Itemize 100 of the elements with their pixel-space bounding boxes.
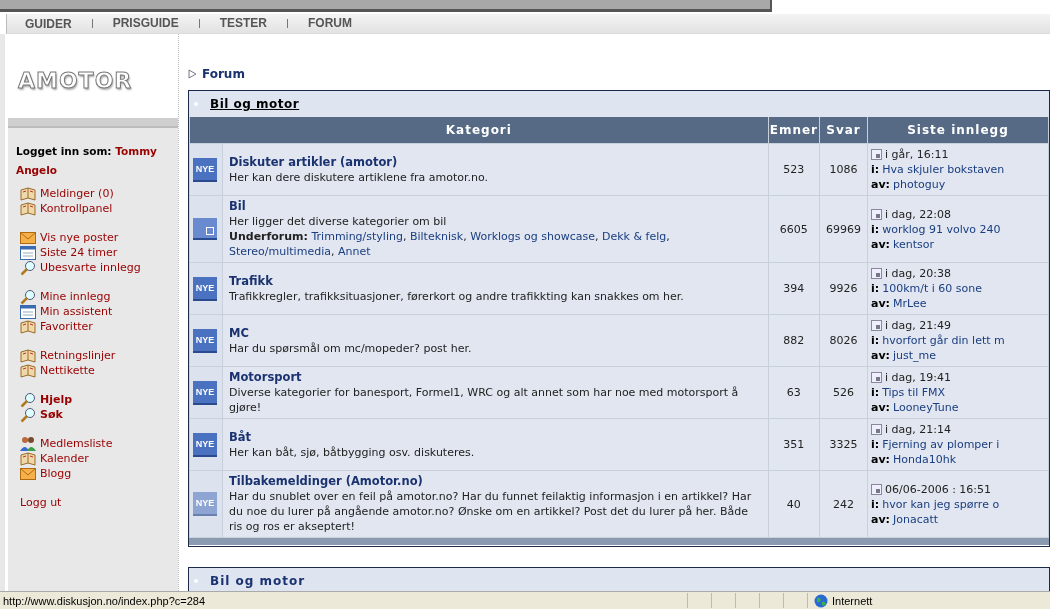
reply-count: 3325 [829,438,858,451]
sidebar-link[interactable]: Meldinger (0) [40,187,114,200]
post-icon [871,483,882,495]
author-link[interactable]: kentsor [893,236,934,252]
nav-link[interactable]: TESTER [198,19,288,28]
topic-link[interactable]: worklog 91 volvo 240 [882,221,1001,237]
author-link[interactable]: LooneyTune [893,400,959,415]
author-link[interactable]: Honda10hk [893,452,957,467]
column-header: Emner [768,117,820,144]
post-icon [871,149,882,160]
calendar-icon [20,244,36,261]
topic-label: i: [871,385,880,400]
post-date: i dag, 22:08 [885,206,951,222]
topic-count: 394 [783,282,805,295]
sidebar-link[interactable]: Hjelp [40,393,73,406]
topic-count: 882 [783,334,805,347]
new-posts-icon: NYE [193,380,217,405]
column-header: Svar [819,117,868,144]
calendar-icon [20,303,36,320]
book-icon [20,185,36,202]
subforum-list: Underforum: Trimming/styling, Bilteknisk, Worklogs og showcase, Dekk & felg, Stereo/multimedia, Annet [229,229,762,259]
post-icon [871,268,882,279]
topic-label: i: [871,333,880,348]
subforum-link[interactable]: Stereo/multimedia [229,245,331,258]
breadcrumb-link[interactable]: Forum [202,67,245,81]
sidebar-link[interactable]: Ubesvarte innlegg [40,261,141,274]
post-date: 06/06-2006 : 16:51 [885,481,992,497]
topic-link[interactable]: hvorfort går din lett m [882,333,1005,348]
subforum-link[interactable]: Trimming/styling [311,230,403,243]
sidebar-link[interactable]: Kontrollpanel [40,202,113,215]
sidebar-link[interactable]: Kalender [40,452,89,465]
topic-link[interactable]: 100km/t i 60 sone [882,281,982,296]
forum-title[interactable]: Motorsport [229,370,762,385]
sidebar-link[interactable]: Retningslinjer [40,349,116,362]
bullet-icon [194,579,198,583]
search-icon [20,288,36,305]
forum-description: Her kan dere diskutere artiklene fra amotor.no. [229,169,490,185]
forum-title[interactable]: Bil [229,199,762,214]
sidebar-link[interactable]: Min assistent [40,305,113,318]
author-link[interactable]: Jonacatt [893,511,939,527]
sidebar-link[interactable]: Søk [40,408,63,421]
sidebar-link[interactable]: Blogg [40,467,72,480]
nav-link[interactable]: GUIDER [25,16,92,31]
post-icon [871,208,882,220]
post-icon [871,424,882,435]
status-url: http://www.diskusjon.no/index.php?c=284 [2,594,207,607]
subforum-link[interactable]: Annet [337,245,371,258]
forum-title[interactable]: Tilbakemeldinger (Amotor.no) [229,474,762,489]
forum-description: Trafikkregler, trafikksituasjoner, førerkort og andre trafikkting kan snakkes om her. [229,288,685,304]
forum-description: Har du spørsmål om mc/mopeder? post her. [229,340,473,356]
author-link[interactable]: MrLee [893,296,927,311]
sidebar-link[interactable]: Medlemsliste [40,437,113,450]
new-posts-icon: NYE [193,432,217,457]
nav-link[interactable]: FORUM [287,19,373,28]
book-icon [20,362,36,379]
sidebar-link[interactable]: Nettikette [40,364,95,377]
sidebar-link[interactable]: Siste 24 timer [40,246,118,259]
new-posts-icon: NYE [193,157,217,182]
nav-link[interactable]: PRISGUIDE [91,19,199,28]
topic-link[interactable]: Tips til FMX [882,385,946,400]
envelope-icon [20,229,36,246]
author-label: av: [871,511,890,527]
sidebar-link[interactable]: Logg ut [20,496,62,509]
forum-description: Her kan båt, sjø, båtbygging osv. diskuteres. [229,444,476,460]
forum-title[interactable]: MC [229,325,762,341]
topic-link[interactable]: Fjerning av plomper i [882,437,1000,452]
author-link[interactable]: photoguy [893,177,946,192]
author-label: av: [871,348,890,363]
logo[interactable]: AMOTOR [18,67,133,93]
subforum-link[interactable]: Worklogs og showcase [470,230,595,243]
topic-count: 40 [786,497,801,511]
topic-count: 351 [783,438,805,451]
topic-link[interactable]: Hva skjuler bokstaven [882,162,1005,177]
column-header: Siste innlegg [867,117,1049,144]
forum-title[interactable]: Diskuter artikler (amotor) [229,154,762,170]
topic-count: 523 [783,163,805,176]
post-date: i går, 16:11 [885,147,949,162]
reply-count: 1086 [829,163,858,176]
topic-link[interactable]: hvor kan jeg spørre o [882,496,1000,512]
forum-description: Diverse kategorier for banesport, Formel1, WRC og alt annet som har noe med motorsport å gjøre! [229,385,740,415]
sidebar-link[interactable]: Favoritter [40,320,93,333]
reply-count: 526 [833,386,854,399]
forum-title[interactable]: Båt [229,429,762,445]
topic-label: i: [871,162,880,177]
topic-label: i: [871,437,880,452]
logged-in-text: Logget inn som: Tommy Angelo [16,144,158,178]
new-posts-icon: NYE [193,276,217,301]
globe-icon [814,593,828,608]
sidebar-link[interactable]: Mine innlegg [40,290,111,303]
forum-title[interactable]: Trafikk [229,273,762,289]
post-icon [871,372,882,383]
people-icon [20,435,36,452]
section-title[interactable]: Bil og motor [210,574,306,588]
sidebar-link[interactable]: Vis nye poster [40,231,119,244]
status-zone: Internett [832,594,873,607]
author-link[interactable]: just_me [893,348,937,363]
new-posts-icon: NYE [193,328,217,353]
section-title[interactable]: Bil og motor [210,97,300,111]
author-label: av: [871,177,890,192]
post-date: i dag, 19:41 [885,370,951,385]
